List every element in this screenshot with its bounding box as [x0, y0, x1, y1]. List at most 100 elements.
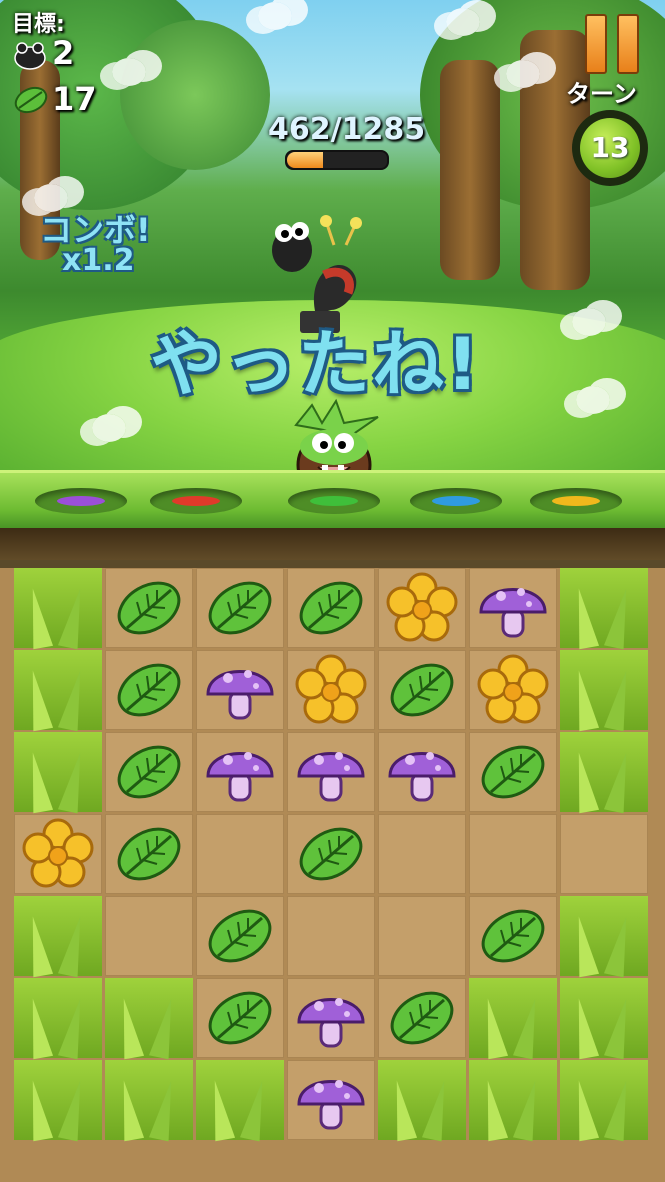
mushroom-piece[interactable] [386, 736, 458, 808]
board-cell[interactable] [196, 978, 284, 1058]
leaf-piece[interactable] [113, 572, 185, 644]
grass-cell [14, 978, 102, 1058]
leaf-piece[interactable] [204, 572, 276, 644]
color-pad [288, 488, 380, 514]
grass-cell [560, 1060, 648, 1140]
grass-cell [14, 568, 102, 648]
board-cell[interactable] [196, 814, 284, 894]
leaf-piece[interactable] [477, 736, 549, 808]
flower-piece[interactable] [477, 654, 549, 726]
board-cell[interactable] [105, 732, 193, 812]
turn-label: ターン [566, 80, 637, 108]
leaf-piece[interactable] [204, 900, 276, 972]
smoke-puff [446, 8, 480, 36]
leaf-piece[interactable] [113, 654, 185, 726]
board-cell[interactable] [378, 568, 466, 648]
board-cell[interactable] [287, 650, 375, 730]
grass-cell [560, 568, 648, 648]
grass-cell [469, 1060, 557, 1140]
board-cell[interactable] [378, 650, 466, 730]
grass-cell [14, 650, 102, 730]
pause-icon [617, 14, 639, 74]
game-board [0, 568, 665, 1182]
goal-enemy-count: 2 [52, 34, 75, 72]
leaf-piece[interactable] [113, 818, 185, 890]
mushroom-piece[interactable] [295, 1064, 367, 1136]
board-cell[interactable] [378, 978, 466, 1058]
pause-icon [585, 14, 607, 74]
board-cell[interactable] [378, 896, 466, 976]
grass-cell [560, 650, 648, 730]
board-cell[interactable] [196, 896, 284, 976]
smoke-puff [258, 2, 292, 30]
leaf-piece[interactable] [477, 900, 549, 972]
score-progress-bar [285, 150, 389, 170]
smoke-puff [92, 414, 126, 442]
board-cell[interactable] [378, 732, 466, 812]
board-cell[interactable] [560, 814, 648, 894]
leaf-piece[interactable] [113, 736, 185, 808]
board-cell[interactable] [469, 814, 557, 894]
turns-left: 13 [580, 118, 640, 178]
board-cell[interactable] [469, 650, 557, 730]
grass-cell [14, 732, 102, 812]
mushroom-piece[interactable] [204, 736, 276, 808]
board-cell[interactable] [287, 568, 375, 648]
soil-edge [0, 528, 665, 560]
board-cell[interactable] [196, 732, 284, 812]
board-cell[interactable] [287, 896, 375, 976]
flower-piece[interactable] [22, 818, 94, 890]
pause-button[interactable] [583, 14, 639, 74]
color-pad-marker [57, 496, 105, 506]
smoke-puff [506, 60, 540, 88]
smoke-puff [576, 386, 610, 414]
color-pad [410, 488, 502, 514]
board-cell[interactable] [287, 814, 375, 894]
board-cell[interactable] [469, 732, 557, 812]
leaf-piece[interactable] [204, 982, 276, 1054]
board-cell[interactable] [105, 650, 193, 730]
board-cell[interactable] [469, 896, 557, 976]
leaf-piece[interactable] [386, 654, 458, 726]
board-cell[interactable] [287, 978, 375, 1058]
color-pad [35, 488, 127, 514]
color-pad [530, 488, 622, 514]
leaf-piece[interactable] [386, 982, 458, 1054]
smoke-puff [112, 58, 146, 86]
board-cell[interactable] [105, 814, 193, 894]
grass-cell [196, 1060, 284, 1140]
smoke-puff [572, 308, 606, 336]
leaf-piece[interactable] [295, 818, 367, 890]
mushroom-piece[interactable] [295, 982, 367, 1054]
grass-cell [14, 896, 102, 976]
color-pad-marker [432, 496, 480, 506]
board-cell[interactable] [469, 568, 557, 648]
board-cell[interactable] [105, 896, 193, 976]
board-cell[interactable] [378, 814, 466, 894]
board-cell[interactable] [105, 568, 193, 648]
color-pad-marker [552, 496, 600, 506]
color-pad-marker [310, 496, 358, 506]
board-cell[interactable] [196, 568, 284, 648]
flower-piece[interactable] [386, 572, 458, 644]
success-banner: やったね! [150, 322, 481, 406]
mushroom-piece[interactable] [477, 572, 549, 644]
combo-multiplier: x1.2 [62, 243, 135, 278]
leaf-piece[interactable] [295, 572, 367, 644]
grass-cell [14, 1060, 102, 1140]
tree-trunk [440, 60, 500, 280]
board-cell[interactable] [14, 814, 102, 894]
mushroom-piece[interactable] [204, 654, 276, 726]
flower-piece[interactable] [295, 654, 367, 726]
turn-counter: 13 [572, 110, 648, 186]
color-pad [150, 488, 242, 514]
score-text: 462/1285 [268, 112, 426, 147]
board-cell[interactable] [287, 1060, 375, 1140]
board-cell[interactable] [287, 732, 375, 812]
goal-leaf-count: 17 [52, 80, 97, 118]
score-progress-fill [287, 152, 323, 168]
mushroom-piece[interactable] [295, 736, 367, 808]
board-cell[interactable] [196, 650, 284, 730]
grass-cell [560, 896, 648, 976]
grass-cell [560, 978, 648, 1058]
